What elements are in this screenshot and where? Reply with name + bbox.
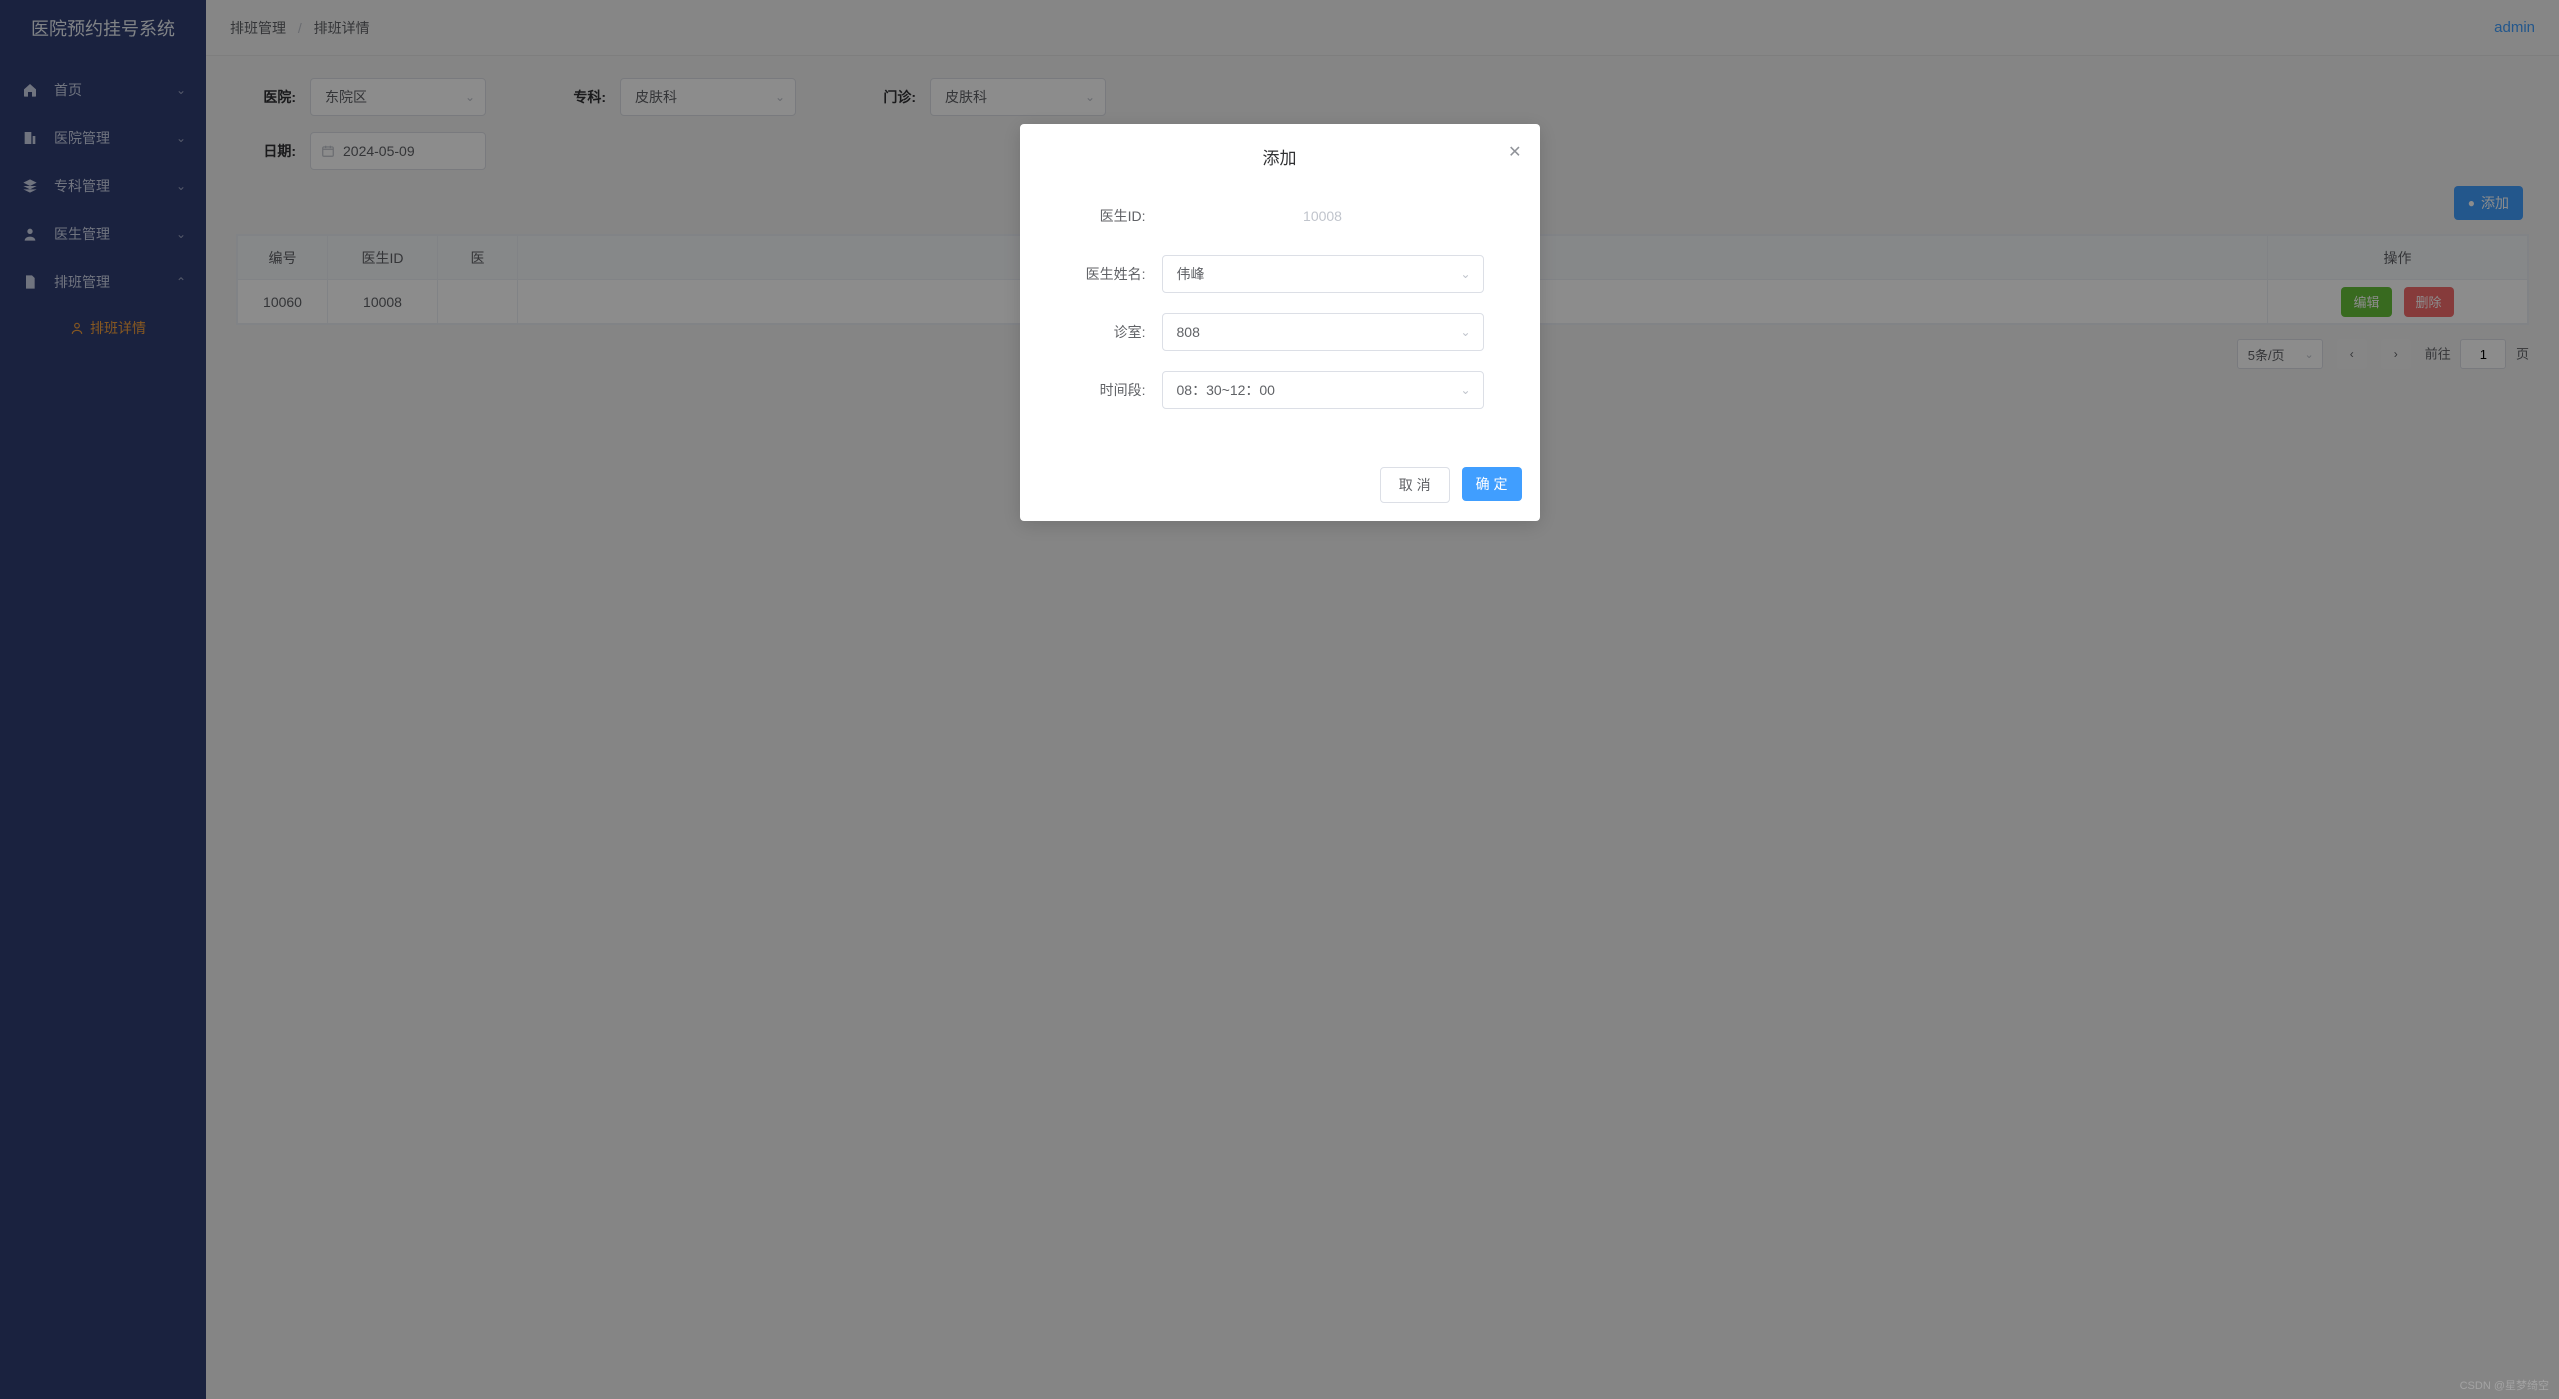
doctor-id-value: 10008 <box>1162 197 1484 235</box>
chevron-down-icon: ⌄ <box>1460 267 1470 281</box>
confirm-button[interactable]: 确 定 <box>1462 467 1522 501</box>
select-value: 08：30~12：00 <box>1177 380 1275 400</box>
form-label-timeslot: 时间段: <box>1056 380 1146 400</box>
select-value: 伟峰 <box>1177 264 1205 284</box>
chevron-down-icon: ⌄ <box>1460 325 1470 339</box>
select-value: 808 <box>1177 324 1200 340</box>
select-doctor-name[interactable]: 伟峰 ⌄ <box>1162 255 1484 293</box>
add-modal: 添加 ✕ 医生ID: 10008 医生姓名: 伟峰 ⌄ 诊室: <box>1020 124 1540 521</box>
form-label-room: 诊室: <box>1056 322 1146 342</box>
watermark: CSDN @星梦绮空 <box>2460 1377 2549 1393</box>
chevron-down-icon: ⌄ <box>1460 383 1470 397</box>
form-label-doctor-name: 医生姓名: <box>1056 264 1146 284</box>
form-label-doctor-id: 医生ID: <box>1056 206 1146 226</box>
cancel-button[interactable]: 取 消 <box>1380 467 1450 503</box>
select-timeslot[interactable]: 08：30~12：00 ⌄ <box>1162 371 1484 409</box>
select-room[interactable]: 808 ⌄ <box>1162 313 1484 351</box>
modal-overlay[interactable]: 添加 ✕ 医生ID: 10008 医生姓名: 伟峰 ⌄ 诊室: <box>0 0 2559 1399</box>
close-icon: ✕ <box>1508 144 1521 161</box>
close-button[interactable]: ✕ <box>1508 142 1521 162</box>
modal-title: 添加 <box>1044 144 1516 169</box>
